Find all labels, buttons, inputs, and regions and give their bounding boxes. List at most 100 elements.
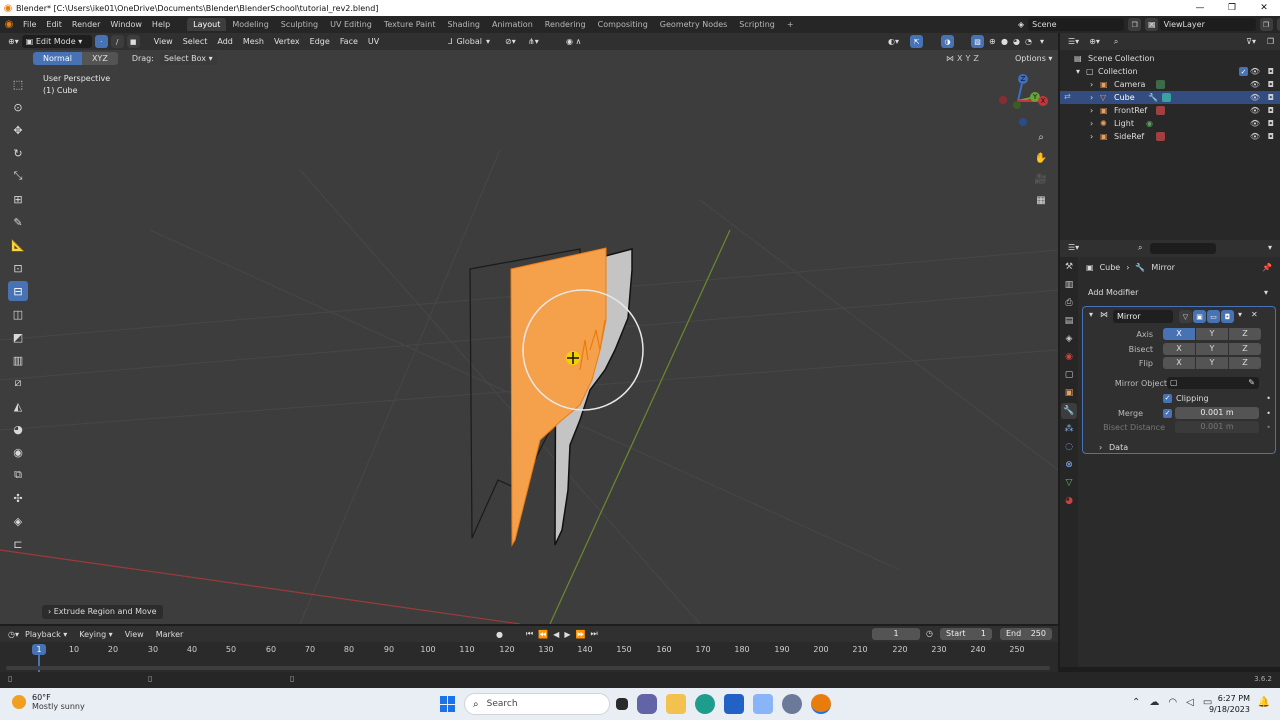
menu-help[interactable]: Help: [147, 20, 175, 29]
notification-bell-icon[interactable]: 🔔: [1258, 697, 1270, 708]
axis-lock-y[interactable]: Y: [965, 54, 970, 63]
vertex-select-icon[interactable]: ·: [94, 35, 108, 48]
particles-tab-icon[interactable]: ⁂: [1061, 421, 1077, 437]
bisect-y-toggle[interactable]: Y: [1196, 343, 1228, 355]
axis-y-toggle[interactable]: Y: [1196, 328, 1228, 340]
delete-modifier-icon[interactable]: ✕: [1251, 310, 1258, 319]
scale-tool-icon[interactable]: ⤡: [8, 166, 28, 186]
task-view-icon[interactable]: [616, 698, 628, 710]
modifier-menu-icon[interactable]: ▾: [1238, 310, 1242, 319]
taskbar-clock[interactable]: 6:27 PM 9/18/2023: [1209, 693, 1250, 715]
file-explorer-icon[interactable]: [666, 694, 686, 714]
rip-tool-icon[interactable]: ⊏: [8, 534, 28, 554]
outliner-collection[interactable]: ▾ ▢ Collection ✓ 👁 ◘: [1060, 65, 1280, 78]
orient-normal-button[interactable]: Normal: [33, 52, 82, 65]
zoom-icon[interactable]: ⌕: [1032, 128, 1050, 146]
viewlayer-field[interactable]: ViewLayer: [1159, 18, 1256, 31]
viewlayer-icon[interactable]: ▤: [1148, 20, 1156, 29]
timeline-editor-icon[interactable]: ◷▾: [8, 630, 19, 639]
expand-icon[interactable]: ›: [1090, 80, 1093, 89]
render-camera-icon[interactable]: ◘: [1268, 93, 1274, 102]
gizmo-neg-z[interactable]: [1019, 118, 1027, 126]
scene-tab-icon[interactable]: ◈: [1061, 331, 1077, 347]
expand-icon[interactable]: ›: [1090, 106, 1093, 115]
new-scene-icon[interactable]: ❐: [1128, 18, 1142, 31]
blender-app-icon[interactable]: [811, 694, 831, 714]
tab-uv-editing[interactable]: UV Editing: [324, 18, 378, 31]
tab-scripting[interactable]: Scripting: [733, 18, 781, 31]
shading-material-icon[interactable]: ◕: [1013, 37, 1020, 46]
jump-start-icon[interactable]: ⏮: [526, 629, 533, 639]
settings-app-icon[interactable]: [782, 694, 802, 714]
edge-select-icon[interactable]: /: [110, 35, 124, 48]
menu-add[interactable]: Add: [212, 37, 238, 46]
jump-end-icon[interactable]: ⏭: [590, 629, 597, 639]
display-mode-icon[interactable]: ⊕▾: [1089, 37, 1100, 46]
clipping-checkbox[interactable]: ✓: [1163, 393, 1172, 403]
gizmo-neg-y[interactable]: [1013, 101, 1021, 109]
menu-marker[interactable]: Marker: [150, 630, 190, 639]
delete-viewlayer-icon[interactable]: ✕: [1276, 18, 1280, 31]
eye-icon[interactable]: 👁: [1250, 93, 1260, 102]
pin-icon[interactable]: 📌: [1262, 263, 1272, 272]
orient-xyz-button[interactable]: XYZ: [81, 52, 118, 65]
menu-render[interactable]: Render: [67, 20, 105, 29]
outliner-filter-icon[interactable]: ⇄: [1064, 92, 1071, 101]
prev-keyframe-icon[interactable]: ⏪: [538, 630, 548, 639]
properties-search-icon[interactable]: ⌕: [1138, 243, 1142, 253]
bisect-distance-field[interactable]: 0.001 m: [1175, 421, 1259, 433]
shading-rendered-icon[interactable]: ◔: [1025, 37, 1032, 46]
play-reverse-icon[interactable]: ◀: [553, 630, 559, 639]
chat-app-icon[interactable]: [637, 694, 657, 714]
search-icon[interactable]: ⌕: [1114, 37, 1118, 47]
flip-z-toggle[interactable]: Z: [1229, 357, 1261, 369]
outliner-item-light[interactable]: › ✺ Light ◉ 👁 ◘: [1060, 117, 1280, 130]
menu-mesh[interactable]: Mesh: [238, 37, 269, 46]
collapse-icon[interactable]: ▾: [1089, 310, 1093, 319]
menu-file[interactable]: File: [18, 20, 41, 29]
maximize-button[interactable]: ❐: [1216, 0, 1248, 16]
outliner-item-cube[interactable]: › ▽ Cube 🔧 👁 ◘: [1060, 91, 1280, 104]
volume-icon[interactable]: ◁: [1186, 697, 1194, 708]
visibility-icon[interactable]: ◐▾: [888, 37, 899, 46]
tab-layout[interactable]: Layout: [187, 18, 227, 31]
menu-window[interactable]: Window: [105, 20, 147, 29]
tab-texture-paint[interactable]: Texture Paint: [378, 18, 442, 31]
keyframe-dot-icon[interactable]: •: [1266, 409, 1271, 418]
tab-animation[interactable]: Animation: [486, 18, 539, 31]
new-collection-icon[interactable]: ❐: [1267, 37, 1274, 46]
shading-wireframe-icon[interactable]: ⊕: [989, 37, 996, 46]
loop-cut-tool-icon[interactable]: ▥: [8, 350, 28, 370]
timeline[interactable]: 10 20 30 40 50 60 70 80 90 100 110 120 1…: [0, 642, 1058, 672]
editor-type-icon[interactable]: ⊕▾: [8, 37, 19, 46]
pivot-icon[interactable]: ⊘▾: [505, 37, 516, 46]
merge-checkbox[interactable]: ✓: [1163, 408, 1172, 418]
store-icon[interactable]: [724, 694, 744, 714]
ortho-grid-icon[interactable]: ▦: [1032, 191, 1050, 209]
menu-playback[interactable]: Playback ▾: [19, 630, 73, 639]
timeline-scrollbar[interactable]: [6, 666, 1050, 670]
onedrive-icon[interactable]: ☁: [1149, 697, 1159, 708]
axis-x-toggle[interactable]: X: [1163, 328, 1195, 340]
expand-icon[interactable]: ›: [1090, 93, 1093, 102]
expand-icon[interactable]: ›: [1090, 119, 1093, 128]
blender-menu-icon[interactable]: ◉: [0, 19, 18, 30]
windows-start-icon[interactable]: [440, 696, 456, 712]
outliner-item-camera[interactable]: › ▣ Camera 👁 ◘: [1060, 78, 1280, 91]
eyedropper-icon[interactable]: ✎: [1248, 378, 1255, 387]
data-subpanel[interactable]: › Data: [1083, 440, 1277, 454]
3d-viewport[interactable]: Z Y X User Perspective (1) Cube ⋈ X Y Z …: [0, 50, 1058, 624]
clock-icon[interactable]: ◷: [926, 629, 933, 638]
properties-search-field[interactable]: [1150, 243, 1216, 254]
viewport-display-icon[interactable]: ▭: [1207, 310, 1220, 323]
scene-field[interactable]: Scene: [1028, 18, 1125, 31]
view-layer-tab-icon[interactable]: ▤: [1061, 313, 1077, 329]
add-cube-tool-icon[interactable]: ⊡: [8, 258, 28, 278]
scene-icon[interactable]: ◈: [1018, 20, 1024, 29]
filter-icon[interactable]: ⊽▾: [1246, 37, 1256, 46]
bisect-z-toggle[interactable]: Z: [1229, 343, 1261, 355]
menu-keying[interactable]: Keying ▾: [73, 630, 118, 639]
shear-tool-icon[interactable]: ◈: [8, 511, 28, 531]
keyframe-dot-icon[interactable]: •: [1266, 394, 1271, 403]
edge-slide-tool-icon[interactable]: ⧉: [8, 465, 28, 485]
